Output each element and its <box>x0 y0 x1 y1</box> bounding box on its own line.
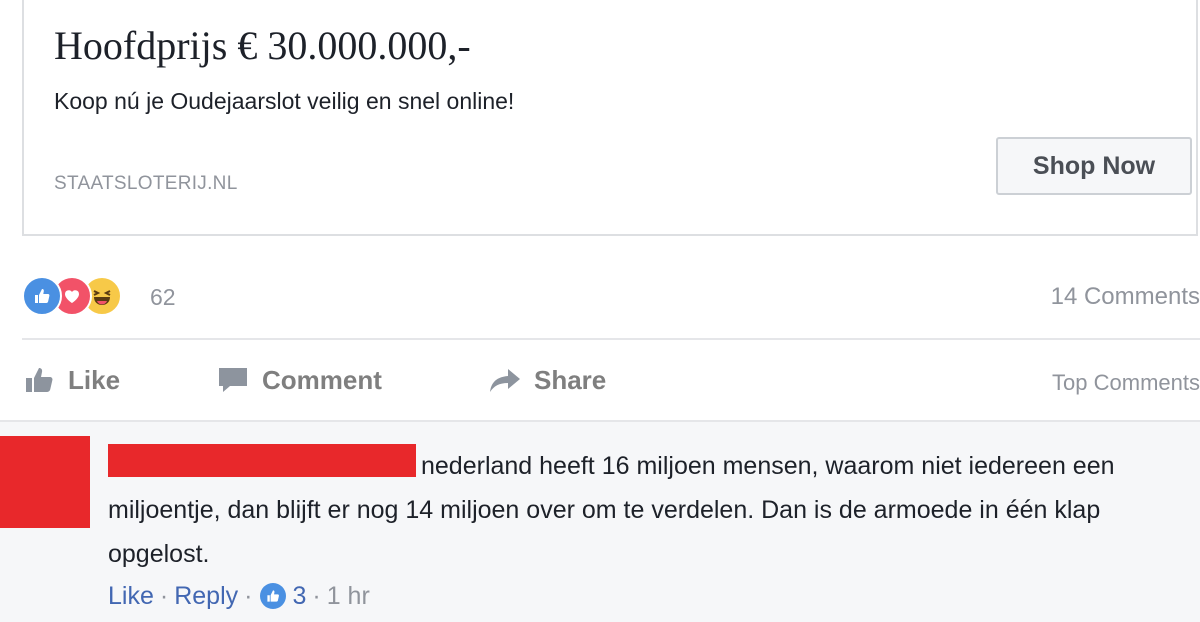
comment-like-link[interactable]: Like <box>108 582 154 611</box>
ad-domain: STAATSLOTERIJ.NL <box>54 173 238 194</box>
ad-headline[interactable]: Hoofdprijs € 30.000.000,- <box>54 22 471 69</box>
thumbs-up-icon <box>26 368 53 392</box>
post-action-bar: Like Comment Share Top Comments <box>0 352 1200 408</box>
ad-card[interactable]: Hoofdprijs € 30.000.000,- Koop nú je Oud… <box>22 0 1198 236</box>
like-button[interactable]: Like <box>24 362 120 398</box>
separator: · <box>244 581 253 610</box>
comment-reply-link[interactable]: Reply <box>174 582 238 611</box>
comment-body: nederland heeft 16 miljoen mensen, waaro… <box>108 452 1115 568</box>
comment-icon <box>219 368 247 392</box>
separator: · <box>312 581 321 610</box>
share-arrow-icon <box>490 369 520 392</box>
ad-description: Koop nú je Oudejaarslot veilig en snel o… <box>54 88 515 114</box>
shop-now-button[interactable]: Shop Now <box>996 137 1192 195</box>
like-reaction-icon <box>22 276 62 316</box>
share-button[interactable]: Share <box>488 362 606 398</box>
reaction-icons[interactable] <box>22 276 142 316</box>
separator: · <box>159 581 169 610</box>
reaction-count[interactable]: 62 <box>150 284 176 311</box>
comment-button[interactable]: Comment <box>216 362 382 398</box>
divider <box>22 338 1200 340</box>
like-label: Like <box>68 364 121 395</box>
share-label: Share <box>534 364 607 395</box>
comment-actions: Like · Reply · 3 · 1 hr <box>108 576 370 616</box>
comment-like-count[interactable]: 3 <box>292 582 306 611</box>
comment-label: Comment <box>262 364 382 395</box>
commenter-avatar-redacted[interactable] <box>0 436 90 528</box>
comments-count-link[interactable]: 14 Comments <box>1051 283 1200 311</box>
reactions-summary: 62 14 Comments <box>0 268 1200 322</box>
comment-sort-dropdown[interactable]: Top Comments <box>1052 370 1200 396</box>
like-reaction-icon[interactable] <box>260 583 287 609</box>
comment-timestamp[interactable]: 1 hr <box>327 582 370 611</box>
